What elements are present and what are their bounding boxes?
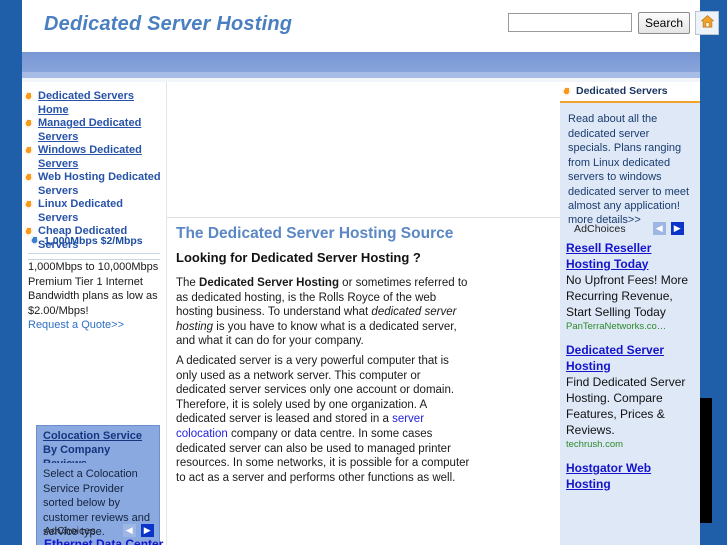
banner-divider [167,217,560,218]
right-ad-item: Dedicated Server Hosting Find Dedicated … [566,343,694,451]
right-panel-heading: Dedicated Servers [560,82,700,101]
right-ads-container: AdChoices ◀ ▶ Resell Reseller Hosting To… [566,222,694,502]
sidebar-item-linux-dedicated-servers[interactable]: Linux Dedicated Servers [22,198,166,225]
arrow-bullet-icon [562,87,571,96]
chevron-right-icon[interactable]: ▶ [140,524,154,537]
right-ad-url: PanTerraNetworks.co… [566,321,667,332]
right-ad-title[interactable]: Dedicated Server Hosting [566,343,694,374]
bandwidth-promo-box: 1,000Mbps $2/Mbps 1,000Mbps to 10,000Mbp… [28,234,160,331]
sidebar-item-dedicated-servers-home[interactable]: Dedicated Servers Home [22,90,166,117]
right-ad-item: Hostgator Web Hosting [566,461,694,492]
intro-paragraph: The Dedicated Server Hosting or sometime… [176,276,471,349]
sidebar-item-label: Windows Dedicated Servers [38,144,142,170]
search-button[interactable]: Search [638,12,690,34]
p1-bold: Dedicated Server Hosting [199,277,339,289]
sidebar-item-label: Linux Dedicated Servers [38,198,123,224]
promo-body: 1,000Mbps to 10,000Mbps Premium Tier 1 I… [28,261,159,317]
home-button[interactable] [695,11,719,35]
adchoices-label: AdChoices [574,222,626,235]
arrow-bullet-icon [30,236,39,245]
adchoices-strip: AdChoices ◀ ▶ [44,524,184,537]
nav-band [22,52,700,78]
page-subtitle: Looking for Dedicated Server Hosting ? [176,250,421,265]
promo-heading-label: 1,000Mbps $2/Mbps [44,235,143,247]
arrow-bullet-icon [24,200,33,209]
sidebar-item-managed-dedicated-servers[interactable]: Managed Dedicated Servers [22,117,166,144]
page-title: The Dedicated Server Hosting Source [176,225,454,242]
colocation-title-link[interactable]: Colocation Service [43,429,153,443]
p1-text-c: is you have to know what is a dedicated … [176,320,457,348]
adchoices-label: AdChoices [44,524,96,537]
top-banner-area [167,82,560,217]
site-title: Dedicated Server Hosting [44,13,293,35]
chevron-right-icon[interactable]: ▶ [670,222,684,235]
right-ad-body: No Upfront Fees! More Recurring Revenue,… [566,273,689,319]
request-quote-link[interactable]: Request a Quote>> [28,319,160,331]
promo-heading: 1,000Mbps $2/Mbps [28,234,160,248]
adchoices-triangle-icon[interactable] [631,225,637,233]
right-sidebar: Dedicated Servers Read about all the ded… [560,82,700,236]
right-panel-heading-label: Dedicated Servers [576,85,668,97]
search-input[interactable] [508,13,632,32]
adchoices-strip-right: AdChoices ◀ ▶ [566,222,694,235]
right-panel-text: Read about all the dedicated server spec… [568,113,690,212]
chevron-left-icon[interactable]: ◀ [122,524,136,537]
left-frame-rail [0,0,22,545]
body-paragraph: A dedicated server is a very powerful co… [176,354,471,485]
right-ad-title[interactable]: Hostgator Web Hosting [566,461,694,492]
site-header: Dedicated Server Hosting Search [22,0,719,52]
page-root: Dedicated Server Hosting Search Dedicate… [0,0,727,545]
sidebar-item-label: Web Hosting Dedicated Servers [38,171,161,197]
promo-divider [28,253,160,254]
main-content: The Dedicated Server Hosting Source Look… [166,82,712,545]
right-ad-item: Resell Reseller Hosting Today No Upfront… [566,241,694,333]
right-panel-body: Read about all the dedicated server spec… [560,103,700,236]
adchoices-triangle-icon[interactable] [101,527,107,535]
sidebar-item-label: Dedicated Servers Home [38,90,134,116]
arrow-bullet-icon [24,173,33,182]
arrow-bullet-icon [24,146,33,155]
left-ad-title[interactable]: Ethernet Data Center [44,537,184,545]
left-ad-block: AdChoices ◀ ▶ Ethernet Data Center Slash… [44,524,184,545]
p1-text-a: The [176,277,200,289]
left-sidebar: Dedicated Servers Home Managed Dedicated… [22,82,166,545]
sidebar-item-label: Managed Dedicated Servers [38,117,142,143]
chevron-left-icon[interactable]: ◀ [652,222,666,235]
home-icon [700,14,715,32]
right-ad-url: techrush.com [566,439,624,450]
arrow-bullet-icon [24,119,33,128]
right-ad-body: Find Dedicated Server Hosting. Compare F… [566,375,686,437]
right-ad-title[interactable]: Resell Reseller Hosting Today [566,241,694,272]
arrow-bullet-icon [24,92,33,101]
sidebar-item-windows-dedicated-servers[interactable]: Windows Dedicated Servers [22,144,166,171]
sidebar-item-web-hosting-dedicated-servers[interactable]: Web Hosting Dedicated Servers [22,171,166,198]
